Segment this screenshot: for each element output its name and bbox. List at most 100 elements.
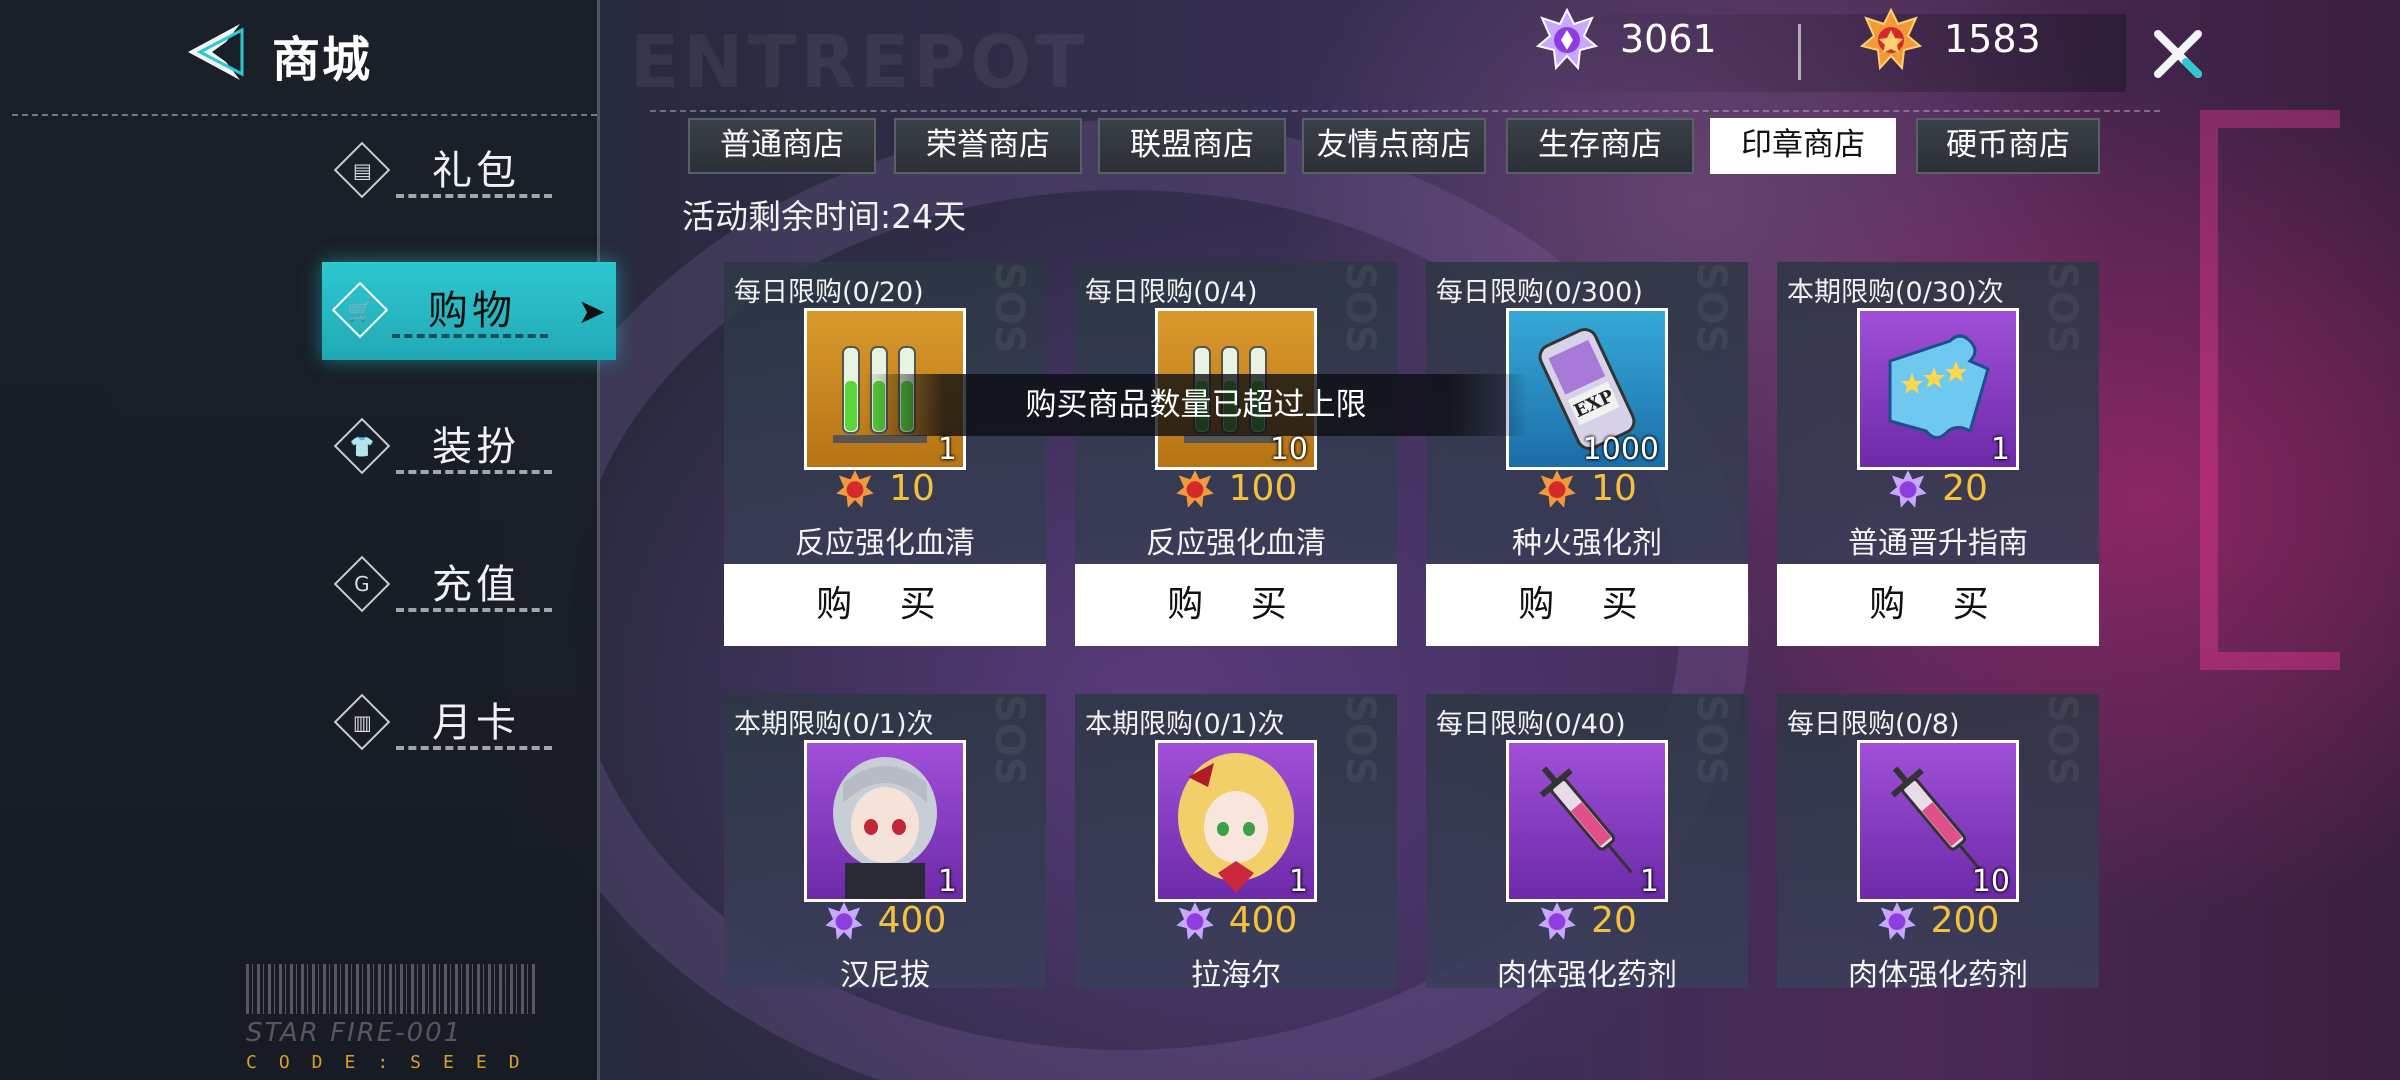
item-name: 普通晋升指南 [1848,526,2028,561]
buy-button[interactable]: 购 买 [1426,564,1748,646]
sidebar-item-monthly-card[interactable]: ▥ 月卡 [330,674,610,774]
event-timer: 活动剩余时间:24天 [682,197,967,236]
item-name: 反应强化血清 [795,526,975,561]
item-quantity: 1 [937,864,957,899]
item-quantity: 10 [1971,864,2010,899]
item-quantity: 1000 [1582,432,1659,467]
sidebar-item-recharge[interactable]: G 充值 [330,536,610,636]
item-icon-frame[interactable]: 1 [1506,740,1668,902]
sidebar-item-label: 月卡 [432,700,520,746]
item-quantity: 1 [1288,864,1308,899]
purchase-limit: 每日限购(0/300) [1436,277,1643,308]
purple-currency: 3061 [1536,8,1717,70]
tab-alliance-shop[interactable]: 联盟商店 [1098,118,1286,174]
sidebar-item-outfit[interactable]: 👕 装扮 [330,398,610,498]
price: 400 [1075,900,1397,941]
sidebar-item-label: 充值 [432,562,520,608]
starfire-text: STAR FIRE-001 [246,1018,463,1048]
price: 400 [724,900,1046,941]
buy-button[interactable]: 购 买 [724,564,1046,646]
purple-gem-icon [1877,901,1916,940]
red-seal-icon [1538,469,1576,508]
card-icon: ▥ [333,693,391,751]
underline [396,470,552,474]
purchase-limit: 本期限购(0/30)次 [1787,277,2004,308]
purchase-limit: 每日限购(0/20) [734,277,924,308]
purchase-limit: 本期限购(0/1)次 [1085,709,1285,740]
tab-friendship-shop[interactable]: 友情点商店 [1302,118,1486,174]
price: 20 [1777,468,2099,509]
tab-survival-shop[interactable]: 生存商店 [1506,118,1694,174]
price: 10 [1426,468,1748,509]
red-seal-icon [1175,469,1214,508]
purple-gem-icon [1889,469,1927,508]
gift-icon: ▤ [333,141,391,199]
item-name: 肉体强化药剂 [1497,958,1677,993]
purchase-limit: 本期限购(0/1)次 [734,709,934,740]
price-value: 20 [1942,468,1988,509]
price-value: 200 [1930,900,2000,941]
cart-icon: 🛒 [331,281,389,339]
red-currency-amount: 1583 [1944,17,2041,61]
underline [396,746,552,750]
purple-gem-icon [1175,901,1214,940]
close-icon[interactable] [2150,26,2206,82]
coin-g-icon: G [333,555,391,613]
item-icon-frame[interactable]: 1 [1857,308,2019,470]
tab-honor-shop[interactable]: 荣誉商店 [894,118,1082,174]
price: 200 [1777,900,2099,941]
shirt-icon: 👕 [333,417,391,475]
tab-normal-shop[interactable]: 普通商店 [688,118,876,174]
red-currency: 1583 [1860,8,2041,70]
underline [396,608,552,612]
price: 100 [1075,468,1397,509]
shop-item-card: SOS 每日限购(0/20) 1 10 反应强化血清 购 买 [724,262,1046,646]
price: 10 [724,468,1046,509]
shop-item-card: SOS 每日限购(0/4) 10 100 反应强化血清 购 买 [1075,262,1397,646]
item-icon-frame[interactable]: 1 [1155,740,1317,902]
sidebar-item-label: 购物 [428,288,516,334]
price-value: 20 [1591,900,1637,941]
purchase-limit: 每日限购(0/40) [1436,709,1626,740]
barcode-decor [246,964,536,1014]
sidebar-item-gift[interactable]: ▤ 礼包 [330,122,610,222]
item-icon-frame[interactable]: 1 [804,740,966,902]
shop-item-card: SOS 本期限购(0/30)次 1 20 普通晋升指南 购 买 [1777,262,2099,646]
purchase-limit: 每日限购(0/8) [1787,709,1960,740]
divider [12,114,597,116]
background-decor [2200,110,2340,670]
shop-item-card: SOS 本期限购(0/1)次 1 400 汉尼拔 [724,694,1046,993]
item-quantity: 1 [937,432,957,467]
item-name: 肉体强化药剂 [1848,958,2028,993]
sidebar: 商城 ▤ 礼包 🛒 购物 ➤ 👕 装扮 G 充值 ▥ 月卡 STAR FIRE-… [0,0,616,1080]
purple-currency-amount: 3061 [1620,17,1717,61]
purple-gem-icon [824,901,863,940]
item-name: 反应强化血清 [1146,526,1326,561]
tab-seal-shop[interactable]: 印章商店 [1710,118,1896,174]
item-icon-frame[interactable]: EXP 1000 [1506,308,1668,470]
price: 20 [1426,900,1748,941]
back-arrow-icon[interactable] [182,22,252,82]
code-seed-text: CODE:SEED [246,1052,542,1073]
item-quantity: 10 [1269,432,1308,467]
red-seal-icon [836,469,874,508]
sidebar-item-shopping[interactable]: 🛒 购物 ➤ [322,262,616,360]
item-quantity: 1 [1639,864,1659,899]
red-seal-icon [1860,8,1922,70]
page-title: 商城 [272,32,373,88]
item-icon-frame[interactable]: 10 [1857,740,2019,902]
price-value: 400 [877,900,947,941]
tab-coin-shop[interactable]: 硬币商店 [1916,118,2100,174]
toast-message: 购买商品数量已超过上限 [864,374,1528,436]
item-name: 汉尼拔 [840,958,930,993]
price-value: 10 [889,468,935,509]
buy-button[interactable]: 购 买 [1777,564,2099,646]
shop-item-card: SOS 每日限购(0/300) EXP 1000 10 种火强化剂 购 买 [1426,262,1748,646]
divider [650,110,2160,112]
price-value: 10 [1591,468,1637,509]
underline [396,194,552,198]
sidebar-item-label: 礼包 [432,148,520,194]
buy-button[interactable]: 购 买 [1075,564,1397,646]
item-name: 种火强化剂 [1512,526,1662,561]
background-watermark: ENTREPOT [630,20,1089,104]
